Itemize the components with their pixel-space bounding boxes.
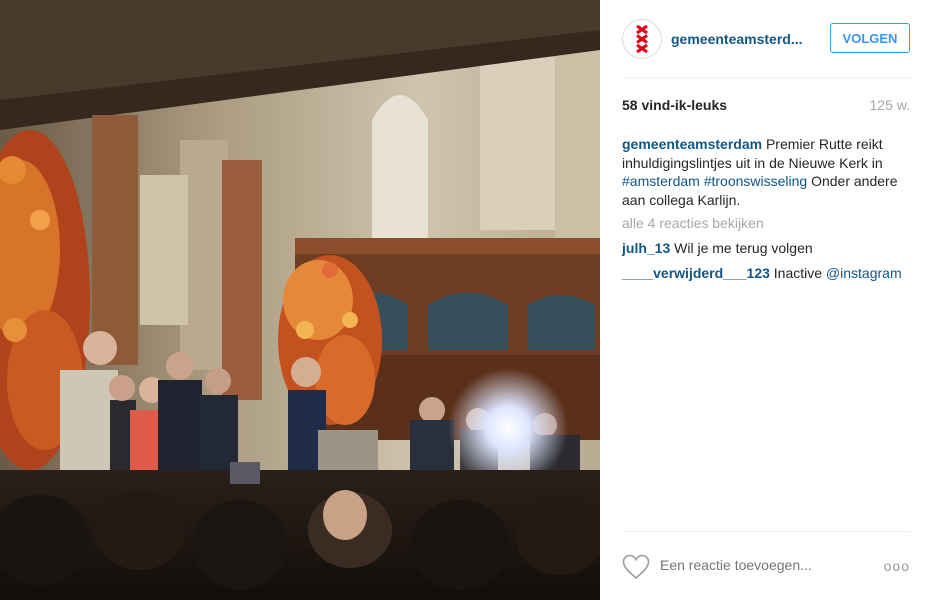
likes-count[interactable]: 58 vind-ik-leuks xyxy=(622,97,727,113)
ellipsis-icon[interactable]: ooo xyxy=(884,558,910,574)
add-comment-input[interactable] xyxy=(660,557,860,573)
photo-church-ceremony xyxy=(0,0,600,600)
post-stats: 58 vind-ik-leuks 125 w. xyxy=(622,97,910,115)
comment-username[interactable]: julh_13 xyxy=(622,240,670,256)
post-caption: gemeenteamsterdam Premier Rutte reikt in… xyxy=(622,135,910,209)
header-divider xyxy=(622,77,910,78)
comment-text: Wil je me terug volgen xyxy=(670,240,813,256)
hashtag-amsterdam[interactable]: #amsterdam xyxy=(622,173,700,189)
follow-button[interactable]: VOLGEN xyxy=(830,23,910,53)
comment-username[interactable]: ____verwijderd___123 xyxy=(622,265,770,281)
comment-item: ____verwijderd___123 Inactive @instagram xyxy=(622,264,910,283)
comment-mention[interactable]: @instagram xyxy=(826,265,902,281)
post-photo[interactable] xyxy=(0,0,600,600)
heart-outline-icon[interactable] xyxy=(622,554,650,580)
comment-text: Inactive xyxy=(769,265,826,281)
post-footer: ooo xyxy=(622,552,910,582)
post-username[interactable]: gemeenteamsterd... xyxy=(671,31,817,47)
hashtag-troonswisseling[interactable]: #troonswisseling xyxy=(704,173,808,189)
caption-username[interactable]: gemeenteamsterdam xyxy=(622,136,762,152)
post-header: gemeenteamsterd... VOLGEN xyxy=(622,18,910,60)
post-age[interactable]: 125 w. xyxy=(870,97,910,113)
footer-divider xyxy=(622,531,910,532)
post-details-panel: gemeenteamsterd... VOLGEN 58 vind-ik-leu… xyxy=(600,0,933,600)
view-all-comments-link[interactable]: alle 4 reacties bekijken xyxy=(622,215,764,231)
comment-item: julh_13 Wil je me terug volgen xyxy=(622,239,910,258)
avatar[interactable] xyxy=(622,19,662,59)
amsterdam-crosses-icon xyxy=(636,24,648,54)
